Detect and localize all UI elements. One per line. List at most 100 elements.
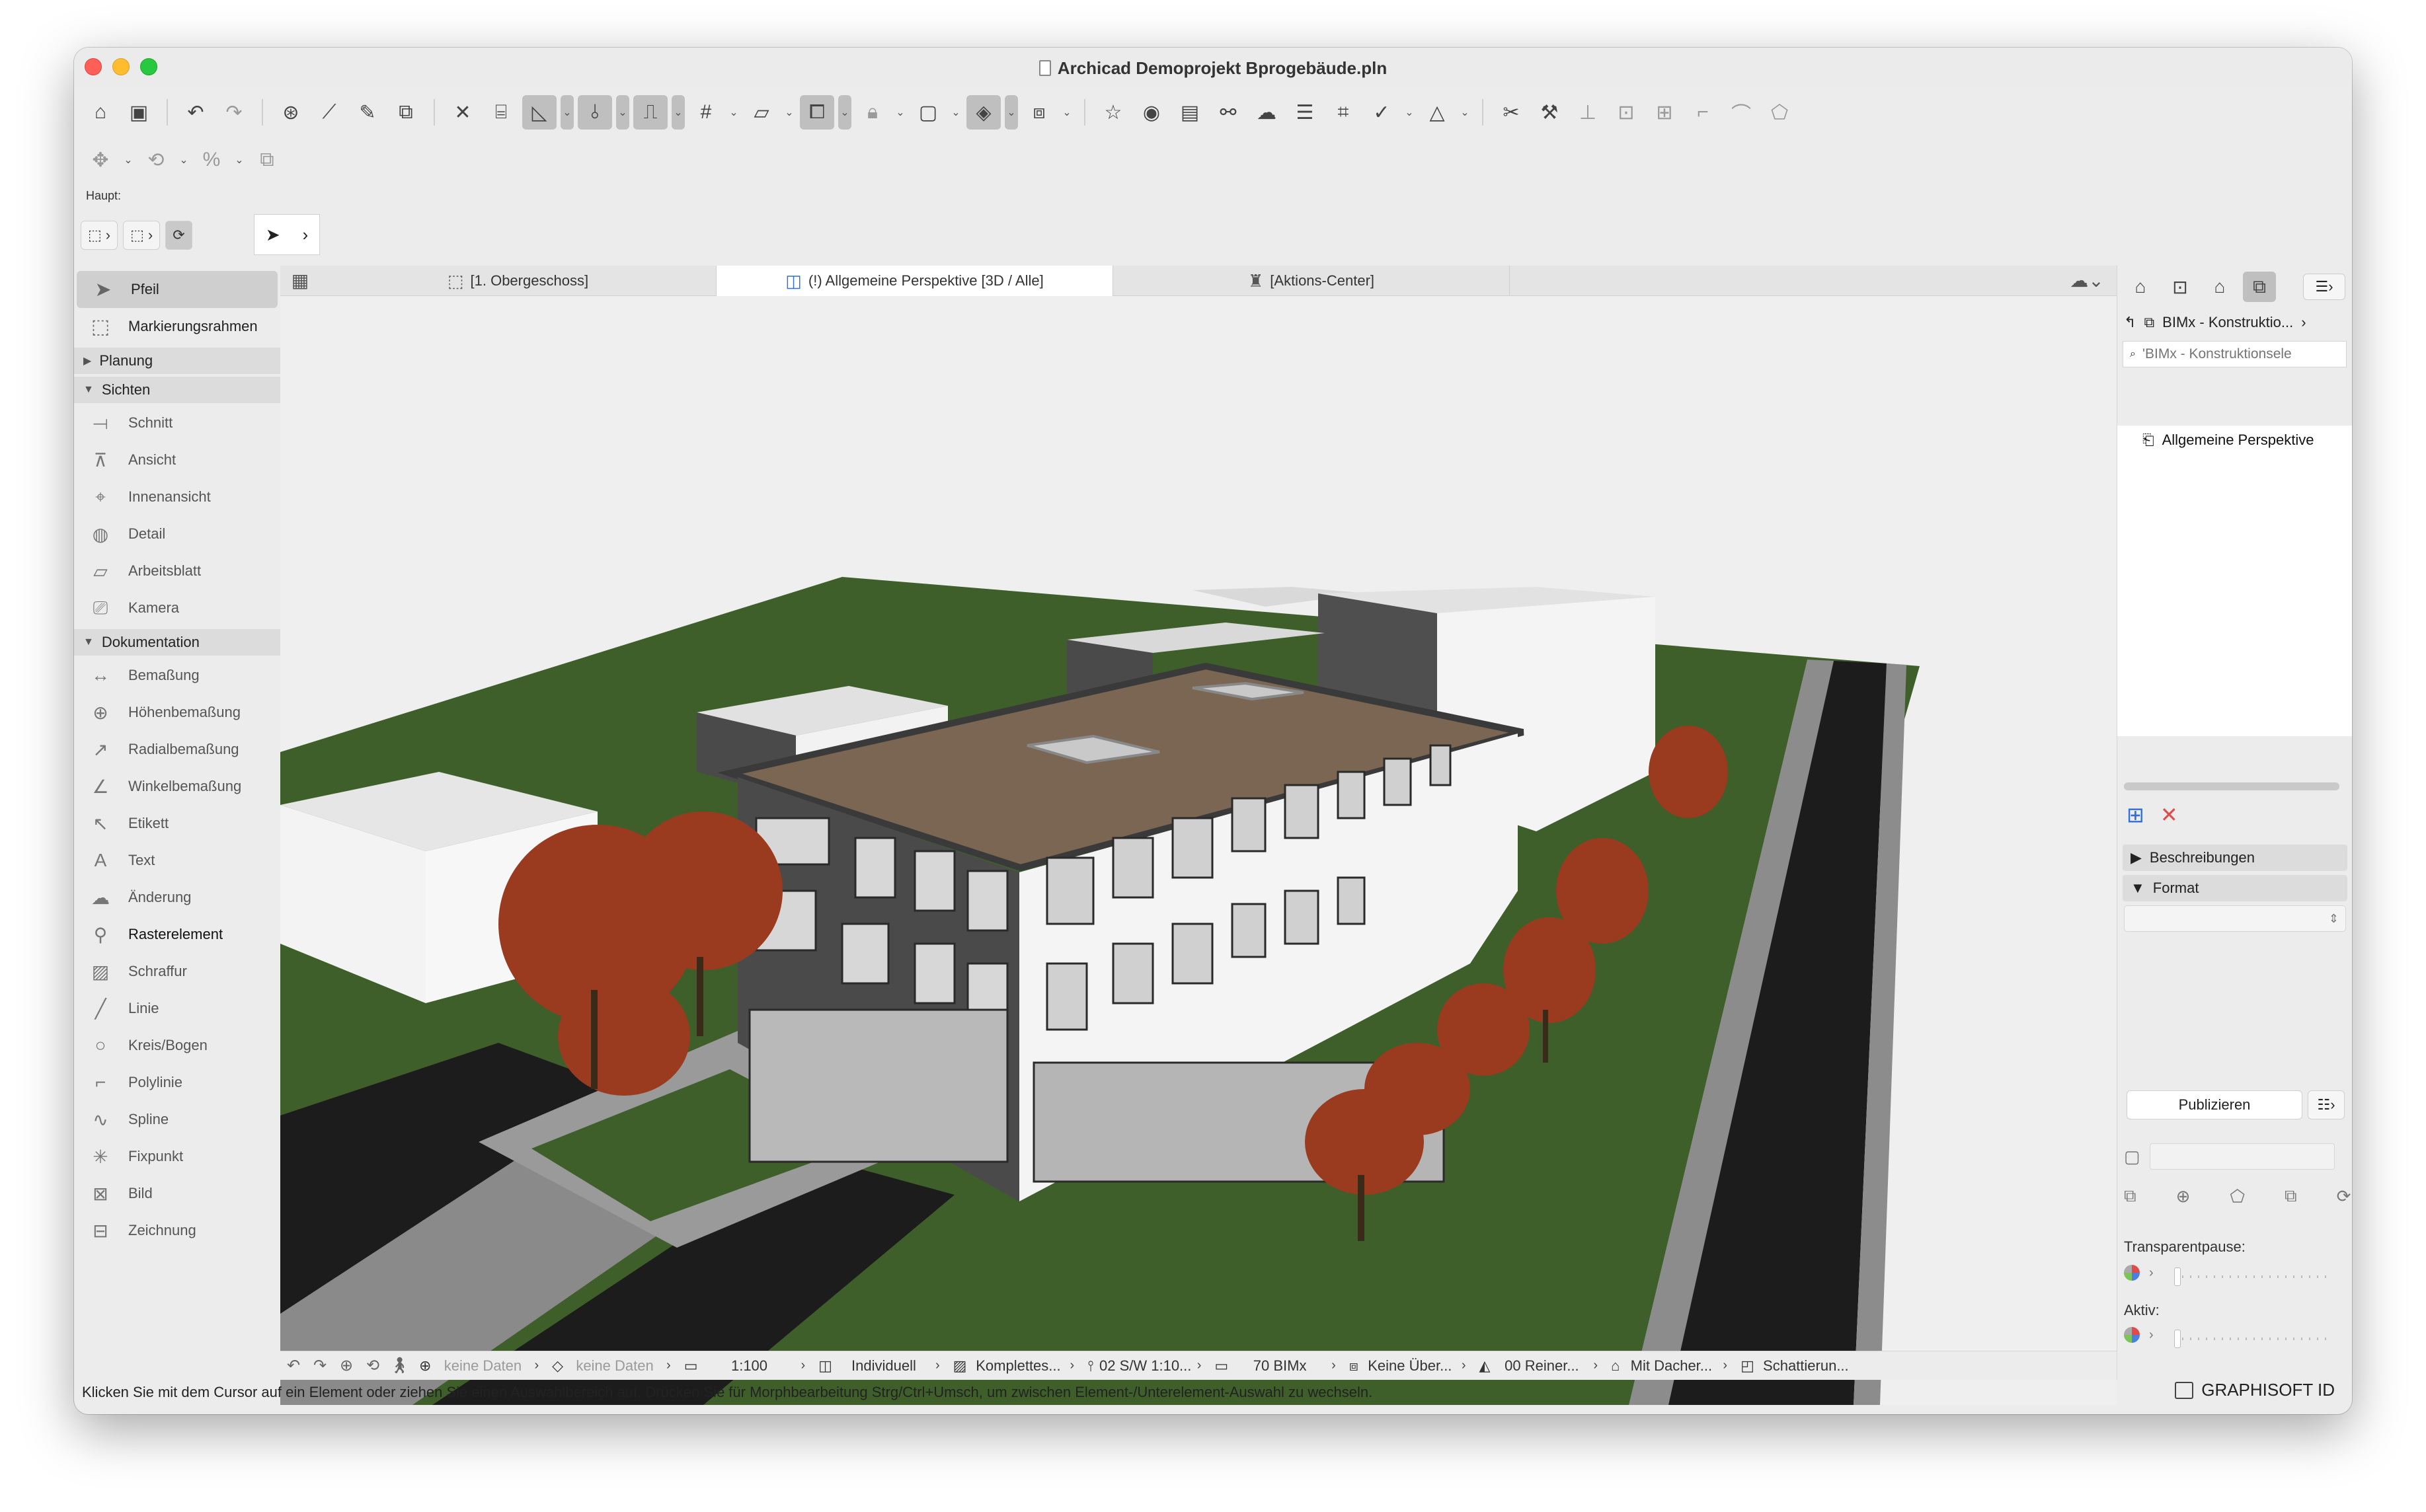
resize-icon[interactable]: % bbox=[194, 143, 229, 177]
slider-thumb[interactable] bbox=[2174, 1267, 2181, 1286]
home-icon[interactable]: ⌂ bbox=[83, 95, 118, 130]
navigator-scrollbar[interactable] bbox=[2124, 782, 2339, 790]
minimize-window-button[interactable] bbox=[112, 58, 130, 75]
tool-schraffur[interactable]: ▨ Schraffur bbox=[74, 953, 280, 990]
graphisoft-id[interactable]: GRAPHISOFT ID bbox=[2175, 1380, 2335, 1400]
tool-markierungsrahmen[interactable]: ⬚ Markierungsrahmen bbox=[74, 308, 280, 345]
duplicate-icon[interactable]: ⧉ bbox=[2285, 1186, 2297, 1207]
clone-icon[interactable]: ⧉ bbox=[2124, 1186, 2136, 1207]
add-view-icon[interactable]: ⊕ bbox=[2176, 1186, 2191, 1207]
publisher-set-selector[interactable]: ↰ ⧉ BIMx - Konstruktio... › bbox=[2117, 308, 2352, 337]
shading-dropdown[interactable]: ◰ Schattierun... bbox=[1734, 1357, 1859, 1375]
tool-kamera[interactable]: ⎚ Kamera bbox=[74, 589, 280, 626]
rotation-button[interactable]: ⟳ bbox=[165, 221, 192, 250]
undo-icon[interactable]: ↶ bbox=[178, 95, 213, 130]
undo-small-icon[interactable]: ↶ bbox=[280, 1356, 307, 1375]
format-select[interactable]: ⇕ bbox=[2124, 905, 2346, 932]
measure-icon[interactable]: ⌸ bbox=[484, 95, 518, 130]
selection-method-button[interactable]: ⬚ › bbox=[81, 221, 118, 250]
publish-options-button[interactable]: ☷› bbox=[2308, 1090, 2345, 1119]
navigator-menu-button[interactable]: ☰› bbox=[2303, 274, 2345, 300]
3d-viewport[interactable] bbox=[280, 296, 2117, 1405]
tool-bemassung[interactable]: ↔ Bemaßung bbox=[74, 657, 280, 694]
tool-text[interactable]: A Text bbox=[74, 842, 280, 879]
favorites-icon[interactable]: ☆ bbox=[1096, 95, 1130, 130]
resize-dropdown[interactable]: ⌄ bbox=[233, 143, 246, 177]
elevate-icon[interactable]: ⬠ bbox=[1762, 95, 1797, 130]
syringe-icon[interactable]: ✎ bbox=[350, 95, 385, 130]
view-settings-field[interactable] bbox=[2149, 1143, 2335, 1170]
properties-icon[interactable]: ☰ bbox=[1288, 95, 1322, 130]
rotate-icon[interactable]: ⟲ bbox=[139, 143, 173, 177]
group-sichten[interactable]: ▼ Sichten bbox=[74, 377, 280, 403]
tool-zeichnung[interactable]: ⊟ Zeichnung bbox=[74, 1212, 280, 1249]
arrow-mode-box[interactable]: ➤ › bbox=[254, 214, 320, 255]
3d-cutaway-dropdown[interactable]: ⌄ bbox=[1005, 95, 1018, 130]
layer-icon[interactable]: ▢ bbox=[911, 95, 945, 130]
tool-kreis-bogen[interactable]: ○ Kreis/Bogen bbox=[74, 1027, 280, 1064]
snap-points-dropdown[interactable]: ⌄ bbox=[672, 95, 685, 130]
tool-winkelbemassung[interactable]: ∠ Winkelbemaßung bbox=[74, 768, 280, 805]
layer-combination-dropdown[interactable]: ◫ Individuell › bbox=[812, 1357, 946, 1375]
grid-snap-icon[interactable]: # bbox=[689, 95, 723, 130]
tab-allgemeine-perspektive[interactable]: ◫ (!) Allgemeine Perspektive [3D / Alle] bbox=[717, 266, 1113, 296]
tool-etikett[interactable]: ↖ Etikett bbox=[74, 805, 280, 842]
view-history-dropdown[interactable]: ◇ keine Daten › bbox=[545, 1357, 678, 1375]
trace-reference-icon[interactable]: ⧈ bbox=[1022, 95, 1056, 130]
navigator-search[interactable]: ⌕ bbox=[2123, 341, 2347, 367]
frame-icon[interactable]: ▢ bbox=[2124, 1147, 2140, 1167]
tool-bild[interactable]: ⊠ Bild bbox=[74, 1175, 280, 1212]
tab-1-obergeschoss[interactable]: ⬚ [1. Obergeschoss] bbox=[320, 266, 717, 296]
curve-icon[interactable]: ⌒ bbox=[1724, 95, 1758, 130]
tool-ansicht[interactable]: ⊼ Ansicht bbox=[74, 441, 280, 478]
editing-plane-icon[interactable]: ⏥ bbox=[744, 95, 779, 130]
renovation-filter-dropdown[interactable]: ⧈ Keine Über... › bbox=[1343, 1357, 1473, 1375]
tool-schnitt[interactable]: ⟞ Schnitt bbox=[74, 404, 280, 441]
suspend-groups-dropdown[interactable]: ⌄ bbox=[838, 95, 851, 130]
tool-spline[interactable]: ∿ Spline bbox=[74, 1101, 280, 1138]
publisher-sets-icon[interactable]: ⧉ bbox=[2243, 272, 2276, 302]
tool-innenansicht[interactable]: ⌖ Innenansicht bbox=[74, 478, 280, 515]
tab-overview-grid-icon[interactable]: ▦ bbox=[280, 266, 320, 295]
group-dokumentation[interactable]: ▼ Dokumentation bbox=[74, 629, 280, 656]
maximize-window-button[interactable] bbox=[140, 58, 157, 75]
drag-icon[interactable]: ✥ bbox=[83, 143, 118, 177]
active-slider[interactable] bbox=[2174, 1330, 2333, 1348]
refresh-icon[interactable]: ⟳ bbox=[2337, 1186, 2351, 1207]
tool-polylinie[interactable]: ⌐ Polylinie bbox=[74, 1064, 280, 1101]
layout-book-icon[interactable]: ⌂ bbox=[2203, 272, 2236, 302]
project-map-icon[interactable]: ⌂ bbox=[2124, 272, 2157, 302]
trace-reference-dropdown[interactable]: ⌄ bbox=[1060, 95, 1074, 130]
intersect-icon[interactable]: ⊡ bbox=[1609, 95, 1643, 130]
section-descriptions[interactable]: ▶ Beschreibungen bbox=[2123, 845, 2347, 871]
delete-icon[interactable]: ✕ bbox=[2160, 802, 2178, 827]
tool-linie[interactable]: ╱ Linie bbox=[74, 990, 280, 1027]
suspend-groups-icon[interactable]: ⧠ bbox=[800, 95, 834, 130]
tool-radialbemassung[interactable]: ↗ Radialbemaßung bbox=[74, 731, 280, 768]
editing-plane-dropdown[interactable]: ⌄ bbox=[783, 95, 796, 130]
publish-cloud-icon[interactable]: ☁ bbox=[1249, 95, 1284, 130]
redo-icon[interactable]: ↷ bbox=[217, 95, 251, 130]
transfer-settings-icon[interactable]: ⧉ bbox=[389, 95, 423, 130]
zoom-in-icon[interactable]: ⊕ bbox=[333, 1356, 360, 1375]
tool-pfeil[interactable]: ➤ Pfeil bbox=[77, 271, 278, 308]
rotate-dropdown[interactable]: ⌄ bbox=[177, 143, 190, 177]
redo-small-icon[interactable]: ↷ bbox=[307, 1356, 333, 1375]
shape-icon[interactable]: ⬠ bbox=[2230, 1186, 2245, 1207]
fillet-icon[interactable]: ⌐ bbox=[1686, 95, 1720, 130]
split-icon[interactable]: ✂ bbox=[1494, 95, 1528, 130]
find-select-icon[interactable]: ⊛ bbox=[274, 95, 308, 130]
adjust-icon[interactable]: ⚒ bbox=[1532, 95, 1567, 130]
merge-icon[interactable]: ⊞ bbox=[1647, 95, 1682, 130]
3d-cutaway-icon[interactable]: ◈ bbox=[966, 95, 1001, 130]
close-window-button[interactable] bbox=[85, 58, 102, 75]
guide-lines-icon[interactable]: ◺ bbox=[522, 95, 557, 130]
tool-aenderung[interactable]: ☁ Änderung bbox=[74, 879, 280, 916]
color-wheel-icon[interactable] bbox=[2124, 1327, 2140, 1343]
guide-lines-dropdown[interactable]: ⌄ bbox=[561, 95, 574, 130]
tool-detail[interactable]: ◍ Detail bbox=[74, 515, 280, 552]
walk-icon[interactable]: 🚶︎ bbox=[386, 1356, 412, 1375]
3d-window-icon[interactable]: ◉ bbox=[1134, 95, 1169, 130]
lock-dropdown[interactable]: ⌄ bbox=[894, 95, 907, 130]
roof-display-dropdown[interactable]: ⌂ Mit Dacher... › bbox=[1604, 1357, 1734, 1375]
